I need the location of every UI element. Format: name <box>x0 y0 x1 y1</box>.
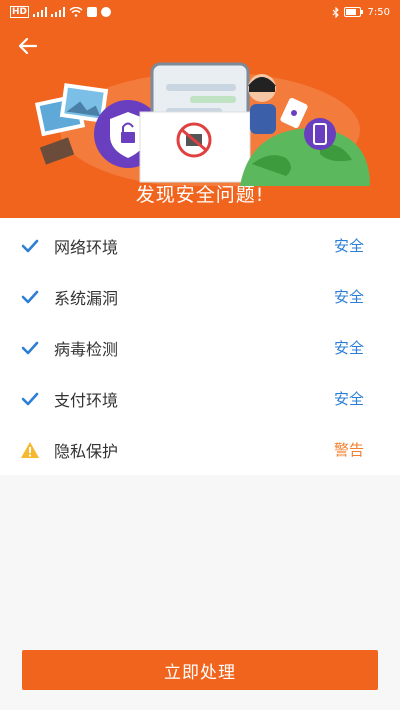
back-button[interactable] <box>18 36 46 60</box>
header: HD 7:50 发现安全问题! <box>0 0 400 218</box>
document-card <box>139 111 251 183</box>
check-row-network[interactable]: 网络环境 安全 <box>0 220 400 271</box>
fix-now-button[interactable]: 立即处理 <box>22 650 378 690</box>
check-row-system[interactable]: 系统漏洞 安全 <box>0 271 400 322</box>
signal-icon-2 <box>51 7 66 17</box>
check-icon <box>20 389 40 409</box>
mobile-icon <box>304 118 336 150</box>
app-icon <box>101 7 112 17</box>
check-status: 安全 <box>333 288 364 306</box>
security-illustration <box>34 62 370 186</box>
check-icon <box>20 287 40 307</box>
notification-icon <box>87 7 98 17</box>
status-right: 7:50 <box>332 6 390 18</box>
check-row-payment[interactable]: 支付环境 安全 <box>0 373 400 424</box>
check-row-privacy[interactable]: 隐私保护 警告 <box>0 424 400 475</box>
signal-icon <box>33 7 48 17</box>
check-label: 网络环境 <box>54 237 119 257</box>
banner-title: 发现安全问题! <box>135 184 265 206</box>
status-left: HD <box>10 6 112 18</box>
wifi-icon <box>69 7 83 17</box>
check-status: 警告 <box>333 441 364 459</box>
check-list: 网络环境 安全 系统漏洞 安全 病毒检测 安全 支付环境 安全 隐私保护 警告 <box>0 218 400 475</box>
hd-indicator: HD <box>10 6 30 18</box>
bluetooth-icon <box>332 6 339 18</box>
arrow-left-icon <box>18 37 38 55</box>
check-label: 隐私保护 <box>54 441 119 461</box>
battery-icon <box>343 7 363 17</box>
check-status: 安全 <box>333 390 364 408</box>
check-label: 支付环境 <box>54 390 119 410</box>
check-label: 病毒检测 <box>54 339 119 359</box>
clock: 7:50 <box>367 6 390 18</box>
status-bar: HD 7:50 <box>0 0 400 24</box>
check-icon <box>20 236 40 256</box>
check-label: 系统漏洞 <box>54 288 119 308</box>
check-status: 安全 <box>333 237 364 255</box>
check-icon <box>20 338 40 358</box>
check-row-virus[interactable]: 病毒检测 安全 <box>0 322 400 373</box>
warning-icon <box>20 440 40 460</box>
check-status: 安全 <box>333 339 364 357</box>
